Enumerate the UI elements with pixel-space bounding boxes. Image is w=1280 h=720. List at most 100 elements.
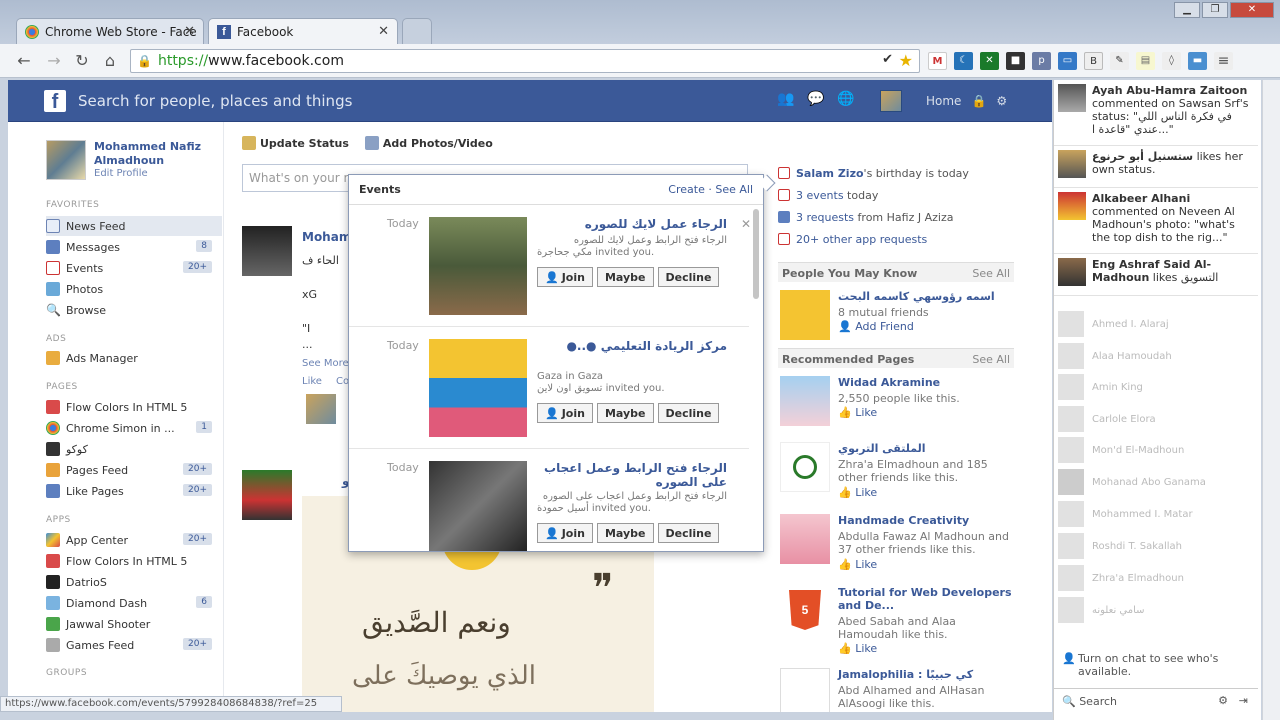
new-tab-button[interactable] [402,18,432,44]
maybe-button[interactable]: Maybe [596,267,654,287]
event-title[interactable]: الرجاء فتح الرابط وعمل اعجاب على الصوره [537,461,727,489]
decline-button[interactable]: Decline [657,403,720,423]
mutual-friends[interactable]: 8 mutual friends [838,306,1014,319]
sidebar-item-app[interactable]: DatrioS [46,572,222,592]
extension-dark-icon[interactable]: ■ [1006,52,1025,70]
address-bar[interactable]: 🔒 https:// www.facebook.com ✔ ★ [130,49,920,73]
story-author[interactable]: Moham [302,230,351,244]
sidebar-item-app[interactable]: Diamond Dash 6 [46,593,222,613]
friend-requests-icon[interactable]: 👥 [776,91,796,109]
page-name[interactable]: Jamalophilia : كي حبيبًا [838,668,1014,681]
page-thumbnail[interactable]: 5 [780,586,830,636]
add-photos-tab[interactable]: Add Photos/Video [364,136,493,150]
page-name[interactable]: الملتقى التربوي [838,442,1014,455]
extension-swirl-icon[interactable]: ☾ [954,52,973,70]
see-all-link[interactable]: See All [972,267,1010,280]
sidebar-item-page[interactable]: كوكو [46,439,222,459]
requests-link[interactable]: 3 requests [796,211,854,224]
chat-friend[interactable]: Mohanad Abo Ganama [1058,468,1206,496]
sidebar-item-ads-manager[interactable]: Ads Manager [46,348,222,368]
profile-avatar[interactable] [880,90,902,112]
sidebar-item-like-pages[interactable]: Like Pages 20+ [46,481,222,501]
profile-picture[interactable] [46,140,86,180]
like-page-button[interactable]: 👍 Like [838,406,877,419]
profile-name[interactable]: Mohammed Nafiz Almadhoun [94,140,204,168]
maybe-button[interactable]: Maybe [596,523,654,543]
like-link[interactable]: Like [302,376,322,387]
page-name[interactable]: Handmade Creativity [838,514,1014,527]
story-avatar[interactable] [242,226,292,276]
settings-gear-icon[interactable]: ⚙ [996,94,1007,108]
event-image[interactable] [429,217,527,315]
ticker-scrollbar[interactable] [1262,80,1280,720]
reload-icon[interactable]: ↻ [72,51,92,71]
extension-x-icon[interactable]: ✕ [980,52,999,70]
story-avatar[interactable] [242,470,292,520]
chat-friend[interactable]: Alaa Hamoudah [1058,342,1172,370]
forward-arrow-icon[interactable]: → [44,51,64,71]
sidebar-item-app[interactable]: Flow Colors In HTML 5 [46,551,222,571]
ticker-item[interactable]: Ayah Abu-Hamra Zaitoon commented on Saws… [1054,80,1258,146]
bookmark-star-icon[interactable]: ★ [899,51,913,70]
ticker-item[interactable]: Alkabeer Alhani commented on Neveen Al M… [1054,188,1258,254]
chat-friend[interactable]: سامي نعلونه [1058,596,1145,624]
extension-b-icon[interactable]: B [1084,52,1103,70]
sidebar-item-games-feed[interactable]: Games Feed 20+ [46,635,222,655]
chat-friend[interactable]: Mon'd El-Madhoun [1058,436,1184,464]
page-thumbnail[interactable] [780,442,830,492]
extension-note-icon[interactable]: ▤ [1136,52,1155,70]
page-name[interactable]: Widad Akramine [838,376,1014,389]
chat-friend[interactable]: Zhra'a Elmadhoun [1058,564,1184,592]
messages-icon[interactable]: 💬 [806,91,826,109]
suggestion-name[interactable]: اسمه رؤوسهي كاسمه البحت [838,290,1014,303]
sidebar-item-page[interactable]: Flow Colors In HTML 5 [46,397,222,417]
home-link[interactable]: Home [926,94,961,108]
decline-button[interactable]: Decline [657,267,720,287]
extension-window-icon[interactable]: ▬ [1188,52,1207,70]
sidebar-item-news-feed[interactable]: News Feed [46,216,222,236]
like-page-button[interactable]: 👍 Like [838,486,877,499]
close-window-icon[interactable]: ✕ [1230,2,1274,18]
page-thumbnail[interactable] [780,514,830,564]
ticker-item[interactable]: ستسنيل أبو حرنوع likes her own status. [1054,146,1258,188]
privacy-shortcuts-icon[interactable]: 🔒 [971,94,986,108]
extension-shield-icon[interactable]: ◊ [1162,52,1181,70]
sidebar-item-events[interactable]: Events 20+ [46,258,222,278]
page-thumbnail[interactable] [780,376,830,426]
event-title[interactable]: مركز الريادة التعليمي ●..● [537,339,727,353]
event-image[interactable] [429,461,527,551]
maybe-button[interactable]: Maybe [596,403,654,423]
comment-avatar[interactable] [306,394,336,424]
extension-pen-icon[interactable]: ✎ [1110,52,1129,70]
menu-icon[interactable]: ≡ [1214,52,1233,70]
see-more-link[interactable]: See More [302,358,349,369]
app-requests-link[interactable]: 20+ other app requests [796,233,927,246]
create-event-link[interactable]: Create [668,183,705,196]
like-page-button[interactable]: 👍 Like [838,642,877,655]
flyout-scrollbar[interactable] [753,209,759,299]
decline-button[interactable]: Decline [657,523,720,543]
notifications-globe-icon[interactable]: 🌐 [836,91,856,109]
sidebar-item-app[interactable]: Jawwal Shooter [46,614,222,634]
extension-screen-icon[interactable]: ▭ [1058,52,1077,70]
sidebar-item-browse[interactable]: 🔍 Browse [46,300,222,320]
tab-facebook[interactable]: f Facebook ✕ [208,18,398,44]
checkmark-icon[interactable]: ✔ [882,52,893,67]
join-button[interactable]: 👤 Join [537,267,593,287]
sidebar-item-pages-feed[interactable]: Pages Feed 20+ [46,460,222,480]
like-page-button[interactable]: 👍 Like [838,558,877,571]
edit-profile-link[interactable]: Edit Profile [94,168,204,179]
home-icon[interactable]: ⌂ [100,51,120,71]
event-image[interactable] [429,339,527,437]
sidebar-item-photos[interactable]: Photos [46,279,222,299]
chat-friend[interactable]: Carlole Elora [1058,405,1156,433]
page-name[interactable]: Tutorial for Web Developers and De... [838,586,1014,612]
join-button[interactable]: 👤 Join [537,523,593,543]
event-title[interactable]: الرجاء عمل لايك للصوره [537,217,727,231]
chat-friend[interactable]: Mohammed I. Matar [1058,500,1193,528]
close-tab-icon[interactable]: ✕ [378,24,389,39]
add-friend-button[interactable]: 👤 Add Friend [838,320,914,333]
minimize-icon[interactable]: ▁ [1174,2,1200,18]
ticker-item[interactable]: Eng Ashraf Said Al-Madhoun likes التسويق [1054,254,1258,296]
chat-search-input[interactable]: 🔍 Search ⚙ ⇥ [1054,688,1258,712]
